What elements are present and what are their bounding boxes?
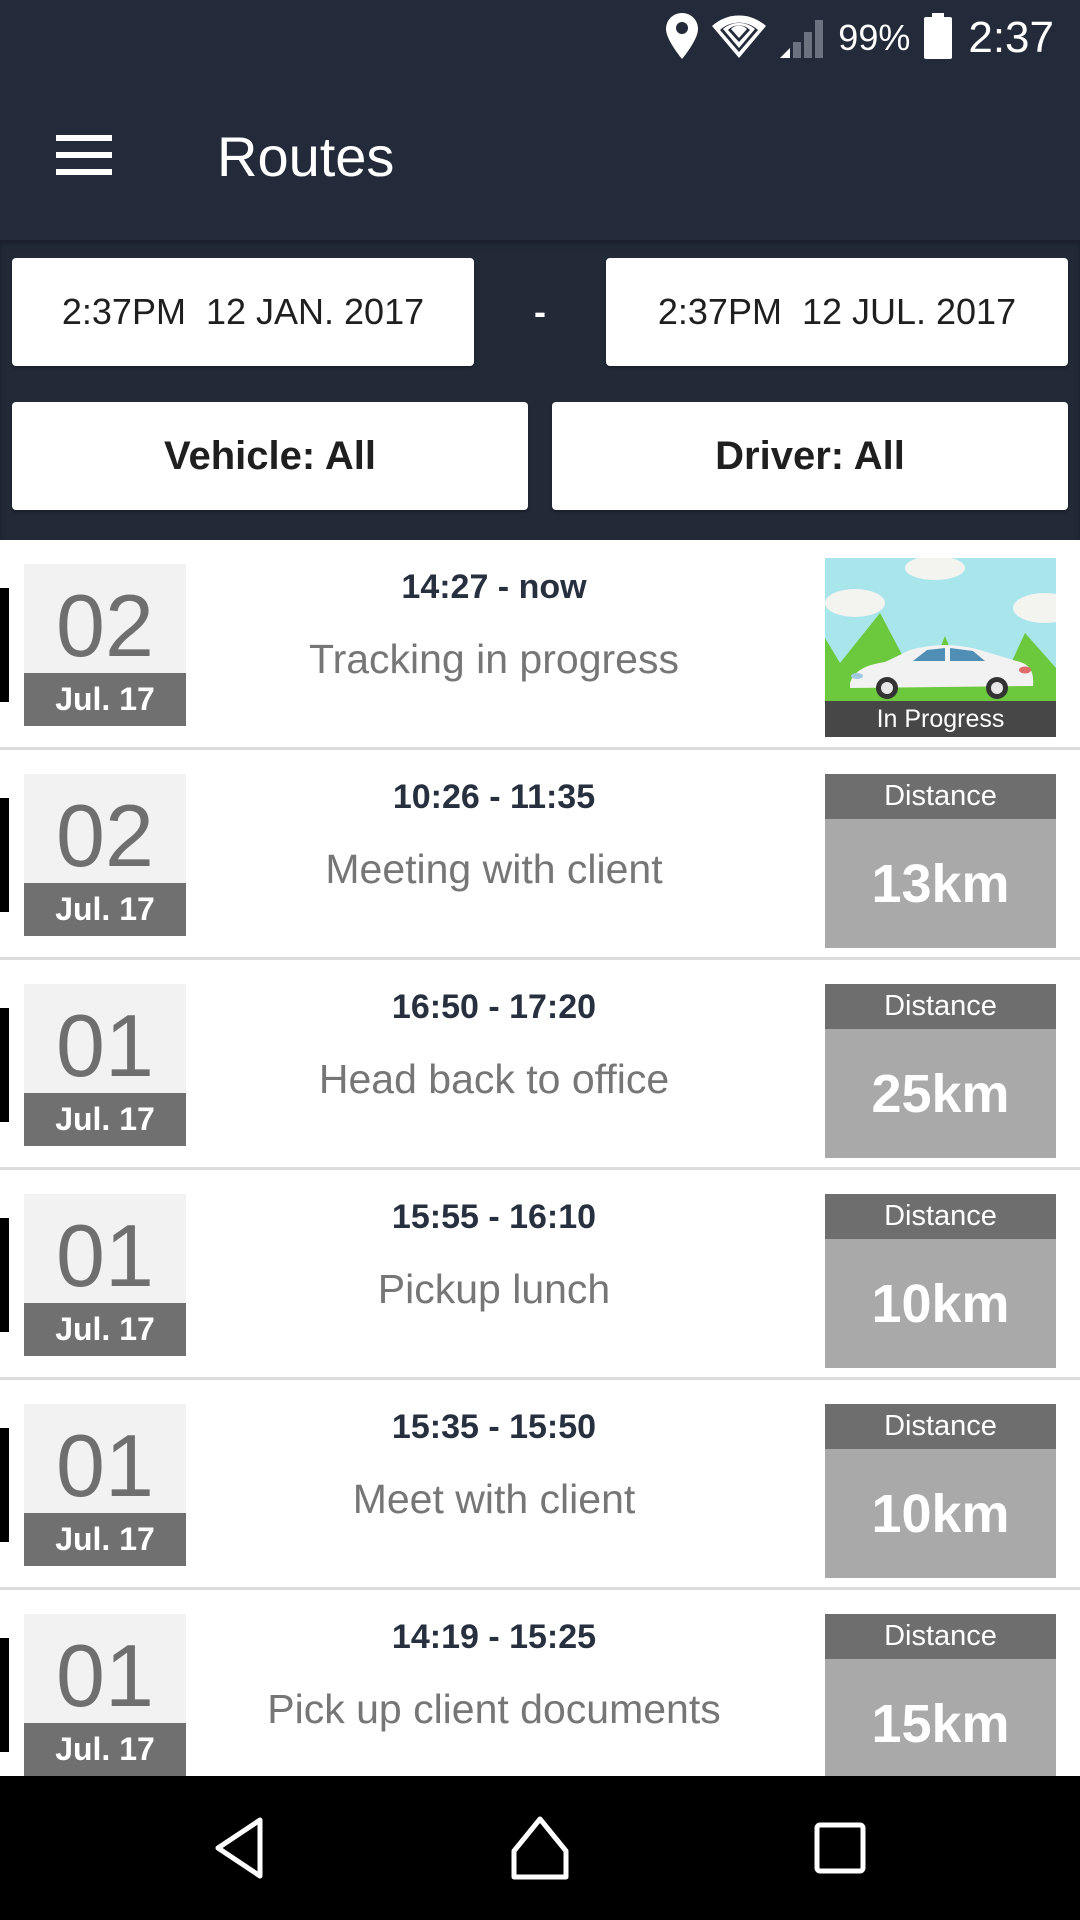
back-icon[interactable] [190, 1808, 290, 1888]
route-day: 02 [56, 785, 154, 885]
date-badge: 02 Jul. 17 [24, 564, 186, 726]
status-bar: 99% 2:37 [0, 0, 1080, 76]
battery-percentage: 99% [838, 17, 911, 58]
clock: 2:37 [968, 13, 1054, 62]
route-description: Meet with client [352, 1476, 636, 1522]
distance-label: Distance [825, 1614, 1056, 1659]
route-day: 01 [56, 1205, 154, 1305]
route-time: 15:55 - 16:10 [391, 1198, 597, 1236]
driver-filter-button[interactable]: Driver: All [552, 402, 1068, 510]
location-icon [666, 12, 699, 64]
route-day: 01 [56, 995, 154, 1095]
route-row[interactable]: 01 Jul. 17 16:50 - 17:20 Head back to of… [0, 960, 1080, 1170]
route-time: 14:19 - 15:25 [391, 1618, 597, 1656]
route-description: Tracking in progress [309, 636, 679, 682]
route-month: Jul. 17 [24, 1303, 186, 1356]
route-month: Jul. 17 [24, 673, 186, 726]
page-title: Routes [217, 125, 395, 188]
wifi-icon [712, 14, 767, 63]
distance-badge: Distance 10km [825, 1404, 1056, 1578]
route-day: 02 [56, 575, 154, 675]
date-to-button[interactable]: 2:37PM 12 JUL. 2017 [606, 258, 1068, 366]
route-row[interactable]: 01 Jul. 17 15:55 - 16:10 Pickup lunch Di… [0, 1170, 1080, 1380]
date-badge: 01 Jul. 17 [24, 1614, 186, 1776]
route-time: 16:50 - 17:20 [391, 988, 597, 1026]
distance-badge: Distance 13km [825, 774, 1056, 948]
route-day: 01 [56, 1415, 154, 1515]
app-toolbar: Routes [0, 76, 1080, 240]
status-badge: In Progress [825, 701, 1056, 737]
route-time: 15:35 - 15:50 [391, 1408, 597, 1446]
distance-badge: Distance 25km [825, 984, 1056, 1158]
route-row[interactable]: 01 Jul. 17 14:19 - 15:25 Pick up client … [0, 1590, 1080, 1776]
route-time: 10:26 - 11:35 [392, 778, 596, 816]
route-day: 01 [56, 1625, 154, 1725]
distance-value: 10km [871, 1483, 1010, 1544]
route-list: 02 Jul. 17 14:27 - now Tracking in progr… [0, 540, 1080, 1776]
row-indicator [0, 588, 9, 702]
row-indicator [0, 798, 9, 912]
vehicle-filter-button[interactable]: Vehicle: All [12, 402, 528, 510]
in-progress-thumbnail: In Progress [825, 558, 1056, 737]
system-nav-bar [0, 1776, 1080, 1920]
date-from-button[interactable]: 2:37PM 12 JAN. 2017 [12, 258, 474, 366]
route-description: Pickup lunch [377, 1266, 611, 1312]
route-description: Meeting with client [325, 846, 663, 892]
route-description: Head back to office [318, 1056, 670, 1102]
route-month: Jul. 17 [24, 1513, 186, 1566]
distance-badge: Distance 15km [825, 1614, 1056, 1776]
filter-panel: 2:37PM 12 JAN. 2017 - 2:37PM 12 JUL. 201… [0, 240, 1080, 540]
route-row[interactable]: 02 Jul. 17 10:26 - 11:35 Meeting with cl… [0, 750, 1080, 960]
recent-apps-icon[interactable] [790, 1808, 890, 1888]
home-icon[interactable] [490, 1808, 590, 1888]
route-row[interactable]: 02 Jul. 17 14:27 - now Tracking in progr… [0, 540, 1080, 750]
distance-label: Distance [825, 774, 1056, 819]
date-badge: 02 Jul. 17 [24, 774, 186, 936]
distance-label: Distance [825, 1404, 1056, 1449]
route-time: 14:27 - now [401, 568, 587, 606]
date-range-separator: - [534, 291, 546, 332]
route-month: Jul. 17 [24, 1723, 186, 1776]
row-indicator [0, 1428, 9, 1542]
distance-value: 13km [871, 853, 1010, 914]
hamburger-menu-icon[interactable] [40, 120, 130, 190]
row-indicator [0, 1638, 9, 1752]
battery-icon [924, 12, 953, 64]
route-row[interactable]: 01 Jul. 17 15:35 - 15:50 Meet with clien… [0, 1380, 1080, 1590]
route-month: Jul. 17 [24, 883, 186, 936]
distance-value: 10km [871, 1273, 1010, 1334]
route-month: Jul. 17 [24, 1093, 186, 1146]
date-badge: 01 Jul. 17 [24, 1404, 186, 1566]
distance-value: 15km [871, 1693, 1010, 1754]
row-indicator [0, 1218, 9, 1332]
cell-signal-icon [780, 14, 824, 63]
row-indicator [0, 1008, 9, 1122]
distance-value: 25km [871, 1063, 1010, 1124]
distance-badge: Distance 10km [825, 1194, 1056, 1368]
distance-label: Distance [825, 984, 1056, 1029]
date-badge: 01 Jul. 17 [24, 1194, 186, 1356]
route-description: Pick up client documents [267, 1686, 721, 1732]
date-badge: 01 Jul. 17 [24, 984, 186, 1146]
distance-label: Distance [825, 1194, 1056, 1239]
